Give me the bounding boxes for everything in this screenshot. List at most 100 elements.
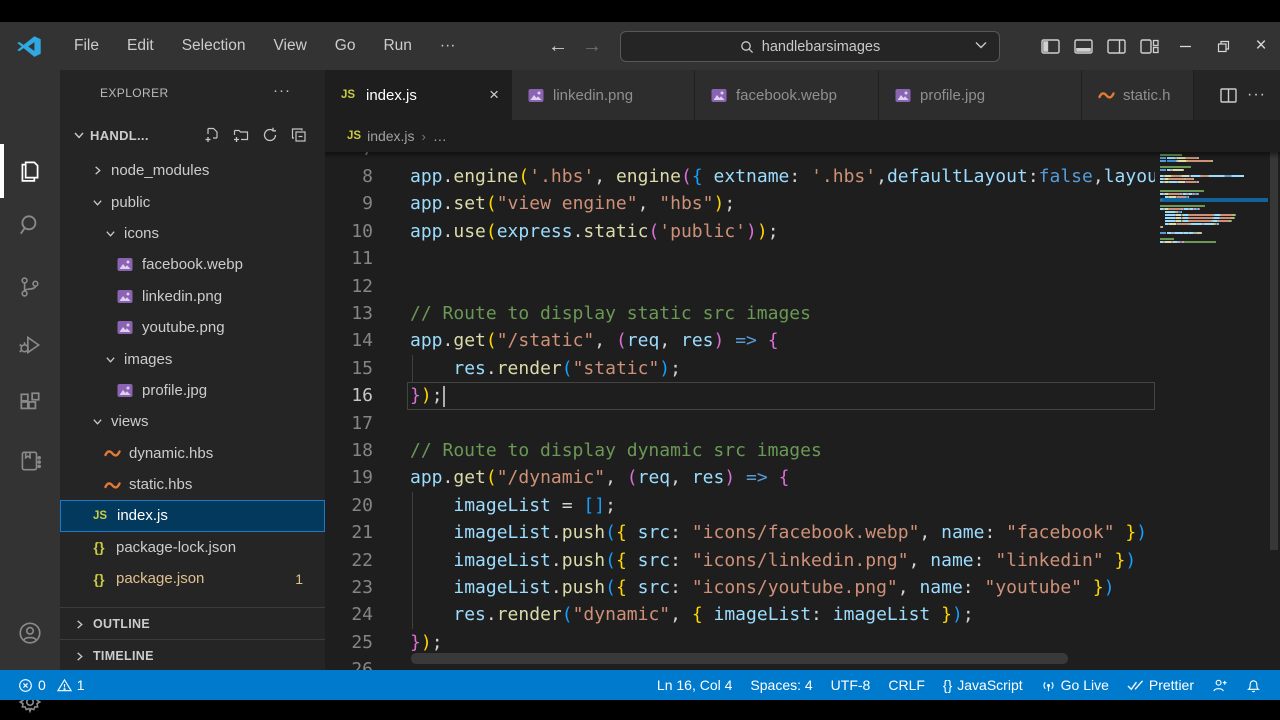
close-tab-icon[interactable]: × [473, 85, 499, 105]
breadcrumb-more[interactable]: … [433, 128, 447, 144]
minimap-line [1160, 166, 1268, 168]
title-bar: FileEditSelectionViewGoRun··· ← → handle… [0, 22, 1280, 70]
tree-item-facebook-webp[interactable]: facebook.webp [60, 249, 325, 280]
horizontal-scrollbar[interactable] [411, 653, 1068, 664]
minimap-line [1160, 193, 1268, 195]
json-file-icon: {} [94, 571, 105, 587]
explorer-icon[interactable] [0, 146, 60, 194]
minimap[interactable] [1160, 154, 1268, 244]
tree-item-label: linkedin.png [142, 288, 222, 305]
nav-back-button[interactable]: ← [548, 35, 568, 58]
menu-file[interactable]: File [60, 22, 113, 70]
tab-profile-jpg[interactable]: profile.jpg [879, 70, 1082, 120]
explorer-more-actions[interactable]: ··· [273, 82, 291, 99]
menu-selection[interactable]: Selection [168, 22, 260, 70]
accounts-icon[interactable] [0, 609, 60, 657]
image-file-icon [117, 320, 133, 335]
eol-status[interactable]: CRLF [879, 670, 934, 700]
close-window-button[interactable]: × [1242, 22, 1280, 70]
code-line-23: 23 imageList.push({ src: "icons/youtube.… [325, 574, 1155, 601]
tab-label: static.h [1123, 87, 1171, 104]
code-line-15: 15 res.render("static"); [325, 355, 1155, 382]
tab-static-h[interactable]: static.h [1082, 70, 1194, 120]
tab-linkedin-png[interactable]: linkedin.png [512, 70, 695, 120]
breadcrumb: JS index.js › … [325, 120, 1280, 152]
tree-item-label: package.json [116, 570, 204, 587]
tree-item-static-hbs[interactable]: static.hbs [60, 469, 325, 500]
chevron-right-icon [92, 165, 103, 176]
timeline-section-header[interactable]: TIMELINE [60, 639, 325, 672]
extensions-icon[interactable] [0, 379, 60, 427]
problems-status[interactable]: 0 1 [14, 670, 89, 700]
code-text: res.render("dynamic", { imageList: image… [410, 601, 974, 628]
go-live-button[interactable]: Go Live [1032, 670, 1118, 700]
braces-icon: {} [943, 677, 952, 693]
minimize-button[interactable] [1166, 22, 1204, 70]
tree-item-youtube-png[interactable]: youtube.png [60, 312, 325, 343]
tab-facebook-webp[interactable]: facebook.webp [695, 70, 879, 120]
collapse-folders-icon[interactable] [291, 127, 307, 143]
minimap-line [1160, 208, 1268, 210]
menu-run[interactable]: Run [369, 22, 425, 70]
new-file-icon[interactable] [204, 127, 220, 143]
search-view-icon[interactable] [0, 201, 60, 249]
language-mode[interactable]: {} JavaScript [934, 670, 1032, 700]
command-center-search[interactable]: handlebarsimages [620, 31, 1000, 62]
tree-item-public[interactable]: public [60, 186, 325, 217]
refresh-icon[interactable] [262, 127, 278, 143]
notifications-button[interactable] [1237, 670, 1270, 700]
prettier-button[interactable]: Prettier [1118, 670, 1203, 700]
tab-label: index.js [366, 87, 417, 104]
workspace-section-header[interactable]: HANDL... [60, 120, 325, 150]
tree-item-profile-jpg[interactable]: profile.jpg [60, 375, 325, 406]
tree-item-linkedin-png[interactable]: linkedin.png [60, 281, 325, 312]
vertical-scrollbar[interactable] [1270, 152, 1278, 550]
tree-item-index-js[interactable]: JSindex.js [60, 500, 325, 531]
new-folder-icon[interactable] [233, 127, 249, 143]
source-control-icon[interactable] [0, 263, 60, 311]
menu-view[interactable]: View [259, 22, 320, 70]
customize-layout-icon[interactable] [1133, 22, 1166, 70]
tree-item-package-lock-json[interactable]: {}package-lock.json [60, 532, 325, 563]
outline-section-header[interactable]: OUTLINE [60, 607, 325, 640]
tree-item-views[interactable]: views [60, 406, 325, 437]
menu-[interactable]: ··· [426, 22, 470, 70]
encoding-status[interactable]: UTF-8 [822, 670, 880, 700]
code-line-19: 19app.get("/dynamic", (req, res) => { [325, 464, 1155, 491]
feedback-button[interactable] [1203, 670, 1237, 700]
breadcrumb-file[interactable]: index.js [367, 128, 414, 144]
code-editor[interactable]: 78app.engine('.hbs', engine({ extname: '… [325, 152, 1280, 670]
notebook-icon[interactable] [0, 437, 60, 485]
toggle-panel-icon[interactable] [1067, 22, 1100, 70]
tree-item-icons[interactable]: icons [60, 218, 325, 249]
run-debug-icon[interactable] [0, 321, 60, 369]
code-line-12: 12 [325, 273, 1155, 300]
warning-icon [57, 678, 72, 693]
more-actions-icon[interactable]: ··· [1247, 86, 1266, 104]
toggle-sidebar-icon[interactable] [1034, 22, 1067, 70]
tab-index-js[interactable]: JSindex.js× [325, 70, 512, 120]
menu-go[interactable]: Go [321, 22, 370, 70]
code-text: imageList.push({ src: "icons/linkedin.pn… [410, 547, 1136, 574]
code-line-10: 10app.use(express.static('public')); [325, 218, 1155, 245]
nav-forward-button: → [582, 35, 602, 58]
tree-item-images[interactable]: images [60, 343, 325, 374]
code-text: app.engine('.hbs', engine({ extname: '.h… [410, 163, 1155, 190]
tree-item-label: node_modules [111, 162, 209, 179]
explorer-title: EXPLORER [100, 86, 169, 100]
menu-edit[interactable]: Edit [113, 22, 168, 70]
toggle-secondary-sidebar-icon[interactable] [1100, 22, 1133, 70]
cursor-position[interactable]: Ln 16, Col 4 [648, 670, 742, 700]
minimap-line [1160, 211, 1268, 213]
tree-item-node_modules[interactable]: node_modules [60, 155, 325, 186]
chevron-down-icon[interactable] [975, 41, 987, 49]
person-plus-icon [1212, 678, 1228, 693]
minimap-line [1160, 217, 1268, 219]
tree-item-package-json[interactable]: {}package.json1 [60, 563, 325, 594]
split-editor-icon[interactable] [1220, 88, 1237, 103]
indentation-status[interactable]: Spaces: 4 [741, 670, 821, 700]
chevron-down-icon [105, 354, 116, 365]
restore-button[interactable] [1204, 22, 1242, 70]
tree-item-dynamic-hbs[interactable]: dynamic.hbs [60, 438, 325, 469]
tree-item-label: views [111, 413, 149, 430]
